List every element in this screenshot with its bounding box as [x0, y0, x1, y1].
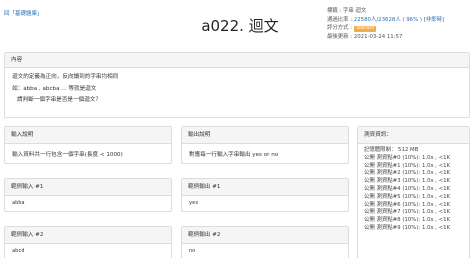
content-heading: 內容: [5, 53, 469, 68]
pass-rate-label: 通過比率 :: [327, 16, 354, 23]
sample-output-2-text: no: [189, 248, 196, 254]
sample-input-2-panel: 範例輸入 #2 abcd: [4, 226, 172, 258]
sample-input-1-heading: 範例輸入 #1: [5, 179, 171, 196]
input-description-heading: 輸入說明: [5, 127, 171, 144]
test-case-row: 公開 測資點#9 (10%): 1.0s , <1K: [364, 224, 451, 231]
tags-row: 標籤 : 字串 迴文: [327, 7, 472, 16]
pass-rate-row: 通過比率 : 22580人/23628人 ( 96% ) [非即時]: [327, 16, 472, 25]
test-case-row: 公開 測資點#8 (10%): 1.0s , <1K: [364, 217, 451, 224]
content-line: 如：abba , abcba ... 等就是迴文: [12, 85, 97, 92]
test-case-row: 公開 測資點#4 (10%): 1.0s , <1K: [364, 185, 451, 192]
test-info-panel: 測資資訊： 記憶體限制： 512 MB 公開 測資點#0 (10%): 1.0s…: [357, 126, 470, 258]
sample-output-2-panel: 範例輸出 #2 no: [181, 226, 349, 258]
test-case-row: 公開 測資點#7 (10%): 1.0s , <1K: [364, 209, 451, 216]
last-updated-label: 最後更新 :: [327, 33, 354, 40]
sample-output-1-heading: 範例輸出 #1: [182, 179, 348, 196]
sample-output-1-panel: 範例輸出 #1 yes: [181, 178, 349, 212]
content-line: 請判斷一個字串是否是一個迴文？: [17, 97, 101, 103]
input-description-text: 輸入資料共一行包含一個字串(長度 < 1000): [12, 152, 123, 158]
scoring-label: 評分方式 :: [327, 25, 354, 32]
test-case-row: 公開 測資點#5 (10%): 1.0s , <1K: [364, 193, 451, 200]
content-body: 迴文的定義為正向，反向讀到的字串均相同 如：abba , abcba ... 等…: [5, 68, 469, 113]
last-updated-row: 最後更新 : 2021-03-24 11:57: [327, 33, 472, 42]
sample-output-2-heading: 範例輸出 #2: [182, 227, 348, 244]
sample-input-1-text: abba: [12, 200, 25, 206]
output-description-text: 對應每一行輸入字串輸出 yes or no: [189, 152, 279, 158]
scoring-row: 評分方式 : Tolerant: [327, 24, 472, 33]
output-description-heading: 輸出說明: [182, 127, 348, 144]
memory-limit: 記憶體限制： 512 MB: [364, 147, 419, 153]
tags-label: 標籤 :: [327, 8, 344, 14]
test-info-body: 記憶體限制： 512 MB 公開 測資點#0 (10%): 1.0s , <1K…: [358, 144, 469, 236]
sample-output-1-text: yes: [189, 200, 199, 206]
content-panel: 內容 迴文的定義為正向，反向讀到的字串均相同 如：abba , abcba ..…: [4, 52, 470, 118]
test-case-row: 公開 測資點#3 (10%): 1.0s , <1K: [364, 178, 451, 185]
last-updated-value: 2021-03-24 11:57: [353, 33, 403, 40]
test-case-row: 公開 測資點#0 (10%): 1.0s , <1K: [364, 154, 451, 161]
test-info-heading: 測資資訊：: [358, 127, 469, 144]
sample-input-2-text: abcd: [12, 248, 25, 254]
tags-value[interactable]: 字串 迴文: [343, 8, 366, 14]
content-line: 迴文的定義為正向，反向讀到的字串均相同: [12, 74, 119, 80]
problem-meta: 標籤 : 字串 迴文 通過比率 : 22580人/23628人 ( 96% ) …: [327, 7, 472, 41]
input-description-panel: 輸入說明 輸入資料共一行包含一個字串(長度 < 1000): [4, 126, 172, 164]
problem-title: a022. 迴文: [201, 17, 279, 35]
pass-rate-value[interactable]: 22580人/23628人 ( 96% ) [非即時]: [354, 17, 444, 23]
scoring-badge: Tolerant: [353, 25, 377, 32]
sample-input-1-panel: 範例輸入 #1 abba: [4, 178, 172, 212]
sample-input-2-heading: 範例輸入 #2: [5, 227, 171, 244]
back-to-problem-list-link[interactable]: 回「基礎題庫」: [4, 9, 43, 17]
output-description-panel: 輸出說明 對應每一行輸入字串輸出 yes or no: [181, 126, 349, 164]
